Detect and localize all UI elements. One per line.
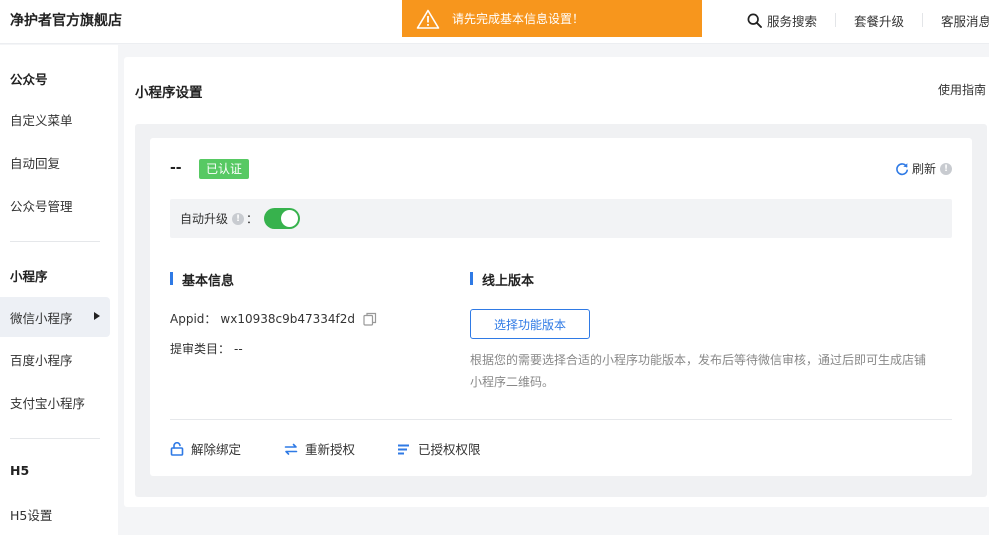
verified-badge: 已认证	[199, 159, 250, 179]
sidebar-group-official: 公众号	[10, 72, 48, 87]
package-upgrade-label: 套餐升级	[853, 13, 904, 29]
main-panel: 小程序设置 使用指南 -- 已认证 刷新 ! 自动升级 ! ： 基本信息 线上版…	[124, 57, 989, 507]
authorized-permissions-label: 已授权权限	[418, 442, 481, 457]
sidebar-group-mini: 小程序	[10, 269, 48, 284]
appid-value: wx10938c9b47334f2d	[220, 311, 355, 326]
sidebar-divider	[10, 241, 100, 242]
top-bar: 净护者官方旗舰店 请先完成基本信息设置！ 服务搜索 套餐升级 客服消息	[0, 0, 989, 44]
sidebar-item-auto-reply[interactable]: 自动回复	[0, 142, 110, 182]
sidebar-item-h5-settings[interactable]: H5设置	[0, 494, 110, 534]
authorized-permissions-button[interactable]: 已授权权限	[397, 439, 481, 458]
warning-icon	[416, 9, 440, 29]
sidebar-divider	[10, 438, 100, 439]
customer-message-label: 客服消息	[940, 13, 989, 29]
online-version-title: 线上版本	[470, 270, 534, 289]
search-icon	[747, 13, 762, 28]
alert-text: 请先完成基本信息设置！	[452, 12, 585, 26]
auto-upgrade-toggle[interactable]	[264, 208, 301, 229]
copy-icon[interactable]	[363, 312, 377, 326]
page-title: 小程序设置	[135, 85, 203, 101]
appid-label: Appid：	[170, 312, 217, 326]
appid-row: Appid： wx10938c9b47334f2d	[170, 310, 377, 327]
sidebar-item-custom-menu[interactable]: 自定义菜单	[0, 99, 110, 139]
mini-program-card: -- 已认证 刷新 ! 自动升级 ! ： 基本信息 线上版本 Appid： wx…	[150, 138, 972, 476]
auto-upgrade-colon: ：	[246, 212, 259, 226]
unbind-label: 解除绑定	[191, 442, 242, 457]
sidebar-item-label: 微信小程序	[10, 310, 73, 326]
refresh-icon	[896, 162, 908, 175]
sidebar-item-baidu-mini[interactable]: 百度小程序	[0, 339, 110, 379]
swap-arrows-icon	[284, 443, 298, 455]
sidebar-item-wechat-mini[interactable]: 微信小程序	[0, 297, 110, 337]
refresh-label: 刷新	[911, 162, 936, 176]
list-icon	[398, 444, 409, 454]
info-icon[interactable]: !	[940, 162, 952, 175]
select-version-button[interactable]: 选择功能版本	[470, 309, 590, 339]
card-divider	[170, 419, 952, 420]
store-name: 净护者官方旗舰店	[10, 13, 122, 29]
sidebar-item-alipay-mini[interactable]: 支付宝小程序	[0, 382, 110, 422]
service-search-button[interactable]: 服务搜索	[747, 11, 835, 30]
reauthorize-button[interactable]: 重新授权	[284, 439, 355, 458]
category-value: --	[234, 341, 243, 356]
info-icon[interactable]: !	[232, 212, 245, 225]
service-search-label: 服务搜索	[766, 13, 817, 29]
unlock-icon	[170, 441, 184, 456]
sidebar-group-h5: H5	[10, 463, 30, 478]
sidebar: 公众号 自定义菜单 自动回复 公众号管理 小程序 微信小程序 百度小程序 支付宝…	[0, 45, 118, 535]
app-name: --	[170, 160, 182, 176]
refresh-button[interactable]: 刷新 !	[895, 160, 952, 177]
customer-message-button[interactable]: 客服消息	[923, 11, 989, 30]
sidebar-item-official-manage[interactable]: 公众号管理	[0, 185, 110, 225]
caret-right-icon	[94, 312, 100, 320]
settings-container: -- 已认证 刷新 ! 自动升级 ! ： 基本信息 线上版本 Appid： wx…	[135, 124, 987, 497]
unbind-button[interactable]: 解除绑定	[170, 439, 241, 458]
category-label: 提审类目：	[170, 342, 231, 356]
version-description: 根据您的需要选择合适的小程序功能版本，发布后等待微信审核，通过后即可生成店铺小程…	[470, 353, 927, 389]
guide-link[interactable]: 使用指南	[938, 81, 986, 98]
auto-upgrade-label: 自动升级	[180, 212, 229, 226]
category-row: 提审类目： --	[170, 340, 243, 357]
reauthorize-label: 重新授权	[305, 442, 356, 457]
auto-upgrade-row: 自动升级 ! ：	[170, 199, 952, 238]
basic-info-title: 基本信息	[170, 270, 234, 289]
setup-alert-banner[interactable]: 请先完成基本信息设置！	[402, 0, 702, 37]
top-actions: 服务搜索 套餐升级 客服消息	[747, 0, 989, 40]
package-upgrade-button[interactable]: 套餐升级	[836, 11, 922, 30]
